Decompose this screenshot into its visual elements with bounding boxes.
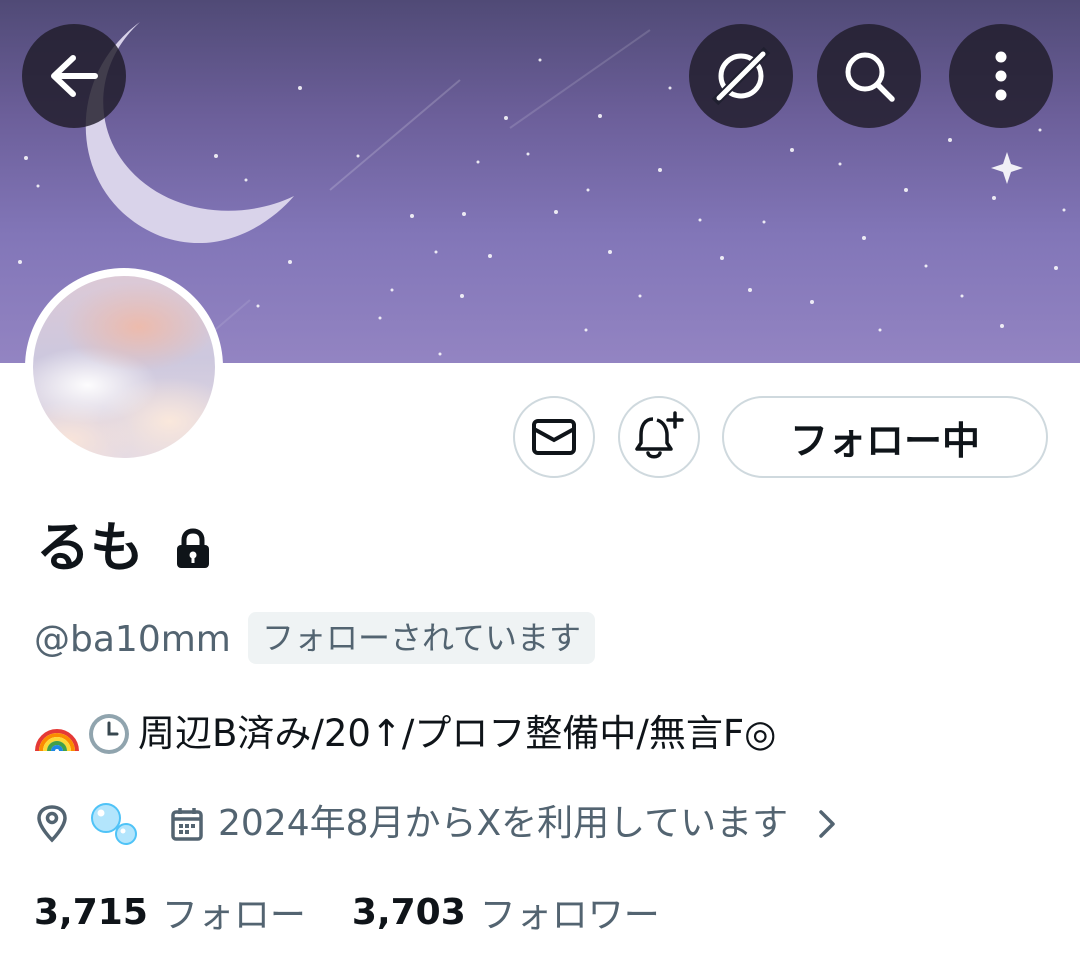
follows-you-badge: フォローされています — [248, 612, 596, 664]
profile-screen: フォロー中 るも @ba10mm フォローされています 周辺B済み/20↑/プロ… — [0, 0, 1080, 972]
following-button[interactable]: フォロー中 — [722, 396, 1048, 478]
more-vertical-icon — [995, 51, 1007, 101]
location-pin-icon — [37, 805, 67, 843]
followers-label: フォロワー — [479, 895, 660, 936]
display-name: るも — [36, 516, 144, 579]
bell-plus-icon — [635, 411, 684, 459]
following-link[interactable]: 3,715 フォロー — [34, 886, 306, 938]
followers-link[interactable]: 3,703 フォロワー — [352, 886, 660, 938]
profile-meta: 2024年8月からXを利用しています — [34, 798, 838, 850]
arrow-left-icon — [51, 55, 98, 97]
chevron-right-icon[interactable] — [816, 808, 838, 840]
avatar[interactable] — [25, 268, 223, 466]
notify-button[interactable] — [618, 396, 700, 478]
grok-button[interactable] — [689, 24, 793, 128]
message-button[interactable] — [513, 396, 595, 478]
following-label: フォロー — [161, 895, 306, 936]
joined-date[interactable]: 2024年8月からXを利用しています — [218, 798, 788, 850]
bio: 周辺B済み/20↑/プロフ整備中/無言F◎ — [34, 708, 776, 760]
search-button[interactable] — [817, 24, 921, 128]
followers-count: 3,703 — [351, 891, 466, 933]
search-icon — [845, 52, 895, 102]
back-button[interactable] — [22, 24, 126, 128]
bubbles-emoji — [91, 803, 137, 845]
grok-icon — [711, 46, 771, 106]
following-count: 3,715 — [34, 891, 148, 933]
calendar-icon — [171, 808, 203, 841]
more-button[interactable] — [949, 24, 1053, 128]
bio-text: 周辺B済み/20↑/プロフ整備中/無言F◎ — [138, 712, 777, 755]
avatar-image — [33, 276, 215, 458]
rainbow-emoji — [35, 729, 79, 752]
mail-icon — [532, 419, 576, 455]
lock-icon — [177, 528, 209, 568]
clock-emoji — [89, 714, 129, 754]
follow-stats: 3,715 フォロー 3,703 フォロワー — [34, 886, 660, 938]
username-handle: @ba10mm — [34, 619, 231, 660]
